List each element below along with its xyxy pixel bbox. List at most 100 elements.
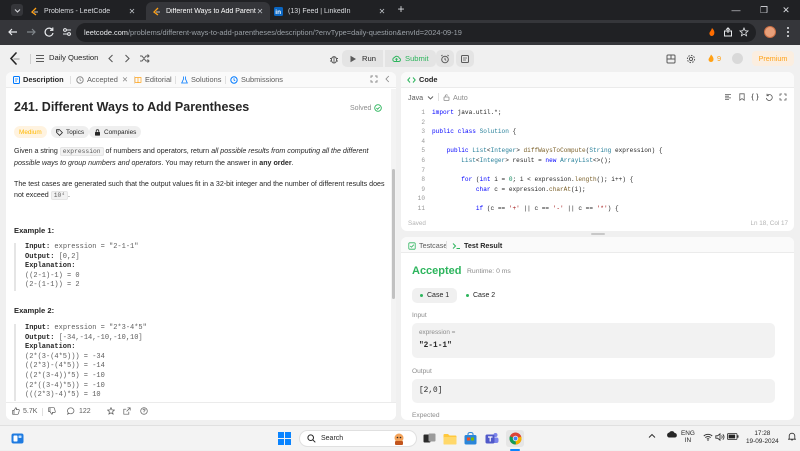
- like-button[interactable]: 5.7K: [12, 407, 37, 415]
- description-scrollbar[interactable]: [391, 89, 396, 402]
- tab-code[interactable]: Code: [407, 75, 437, 84]
- language-select[interactable]: Java: [408, 93, 434, 102]
- teams-button[interactable]: [483, 430, 500, 447]
- store-icon: [464, 432, 477, 445]
- profile-avatar[interactable]: [762, 24, 778, 40]
- tab-solutions[interactable]: Solutions: [180, 75, 221, 84]
- volume-button[interactable]: [715, 433, 725, 441]
- share-button[interactable]: [720, 24, 736, 40]
- close-tab-icon[interactable]: ✕: [122, 75, 128, 84]
- widgets-button[interactable]: [9, 430, 26, 447]
- topics-chip[interactable]: Topics: [51, 126, 90, 138]
- browser-tab-linkedin[interactable]: in (13) Feed | LinkedIn ✕: [268, 2, 392, 20]
- show-hidden-icons-button[interactable]: [648, 433, 656, 439]
- code-line[interactable]: 8 for (int i = 0; i < expression.length(…: [401, 175, 794, 184]
- notes-button[interactable]: [456, 50, 474, 67]
- code-line[interactable]: 2: [401, 118, 794, 127]
- user-avatar[interactable]: [731, 52, 744, 65]
- address-bar[interactable]: leetcode.com/problems/different-ways-to-…: [76, 23, 756, 42]
- tab-editorial[interactable]: Editorial: [134, 75, 172, 84]
- task-view-button[interactable]: [421, 430, 438, 447]
- site-info-button[interactable]: [60, 25, 74, 39]
- tab-accepted[interactable]: Accepted ✕: [76, 75, 128, 84]
- code-line[interactable]: 10: [401, 194, 794, 203]
- premium-button[interactable]: Premium: [752, 51, 794, 66]
- store-button[interactable]: [462, 430, 479, 447]
- companies-chip[interactable]: Companies: [89, 126, 142, 138]
- onedrive-button[interactable]: [666, 430, 678, 438]
- auto-mode-toggle[interactable]: Auto: [443, 93, 468, 102]
- tab-description[interactable]: Description: [12, 75, 64, 84]
- help-button[interactable]: [140, 407, 148, 415]
- chrome-taskbar-button[interactable]: [506, 430, 524, 447]
- reset-code-button[interactable]: [765, 93, 773, 101]
- code-line[interactable]: 1 import java.util.*;: [401, 108, 794, 117]
- timer-button[interactable]: [436, 50, 454, 67]
- braces-button[interactable]: [751, 93, 759, 101]
- browser-tab-problems[interactable]: Problems - LeetCode ✕: [24, 2, 142, 20]
- input-language-button[interactable]: ENG IN: [681, 430, 695, 444]
- daily-question-label[interactable]: Daily Question: [49, 53, 98, 62]
- settings-button[interactable]: [684, 52, 697, 65]
- close-window-button[interactable]: ✕: [772, 0, 800, 20]
- tab-submissions[interactable]: Submissions: [230, 75, 283, 84]
- layout-button[interactable]: [664, 52, 677, 65]
- streak-counter[interactable]: 9: [704, 52, 724, 65]
- notifications-button[interactable]: [788, 432, 796, 441]
- collapse-panel-button[interactable]: [384, 75, 391, 83]
- browser-menu-button[interactable]: [780, 24, 796, 40]
- tab-test-result[interactable]: Test Result: [452, 241, 502, 250]
- minimize-button[interactable]: —: [722, 0, 750, 20]
- code-line[interactable]: 9 char c = expression.charAt(i);: [401, 185, 794, 194]
- close-tab-icon[interactable]: ✕: [256, 7, 264, 16]
- battery-button[interactable]: [727, 433, 739, 440]
- prev-question-button[interactable]: [104, 52, 117, 65]
- file-explorer-button[interactable]: [441, 430, 458, 447]
- panel-resize-handle[interactable]: [591, 233, 605, 235]
- favorite-button[interactable]: [107, 407, 115, 415]
- solved-badge: Solved: [350, 104, 383, 112]
- reload-button[interactable]: [42, 25, 56, 39]
- new-tab-button[interactable]: +: [394, 3, 408, 17]
- tab-title: Problems - LeetCode: [44, 7, 111, 15]
- run-button[interactable]: Run: [342, 50, 383, 67]
- back-button[interactable]: [6, 25, 20, 39]
- code-line[interactable]: 11 if (c == '+' || c == '-' || c == '*')…: [401, 204, 794, 213]
- expand-panel-button[interactable]: [370, 75, 378, 83]
- debugger-button[interactable]: [327, 52, 340, 65]
- tab-label: Submissions: [241, 75, 283, 84]
- forward-button[interactable]: [24, 25, 38, 39]
- code-line[interactable]: 5 public List<Integer> diffWaysToCompute…: [401, 146, 794, 155]
- tab-testcase[interactable]: Testcase: [408, 241, 447, 250]
- comments-button[interactable]: 122: [67, 407, 91, 415]
- code-line[interactable]: 4: [401, 137, 794, 146]
- close-tab-icon[interactable]: ✕: [128, 7, 136, 16]
- problem-list-button[interactable]: [33, 52, 46, 65]
- case-1-button[interactable]: Case 1: [412, 288, 458, 303]
- code-line[interactable]: 7: [401, 166, 794, 175]
- problem-title[interactable]: 241. Different Ways to Add Parentheses: [14, 100, 249, 114]
- explanation-line: (((2*3)-4)*5) = 10: [25, 391, 101, 400]
- case-2-button[interactable]: Case 2: [458, 288, 503, 303]
- bookmark-button[interactable]: [738, 93, 746, 101]
- browser-tab-active[interactable]: Different Ways to Add Parenthe ✕: [146, 2, 270, 20]
- close-tab-icon[interactable]: ✕: [378, 7, 386, 16]
- random-question-button[interactable]: [138, 52, 151, 65]
- next-question-button[interactable]: [120, 52, 133, 65]
- share-button[interactable]: [123, 407, 131, 415]
- code-line[interactable]: 6 List<Integer> result = new ArrayList<>…: [401, 156, 794, 165]
- clock-button[interactable]: 17:28 19-09-2024: [746, 430, 779, 445]
- leetcode-logo[interactable]: [8, 52, 21, 65]
- fullscreen-button[interactable]: [779, 93, 787, 101]
- code-line[interactable]: 3 public class Solution {: [401, 127, 794, 136]
- bookmark-button[interactable]: [736, 24, 752, 40]
- difficulty-badge[interactable]: Medium: [14, 126, 47, 138]
- dislike-button[interactable]: [48, 407, 56, 415]
- network-button[interactable]: [703, 433, 713, 441]
- taskbar-search[interactable]: Search: [299, 430, 417, 447]
- extension-button[interactable]: [704, 24, 720, 40]
- start-button[interactable]: [276, 430, 293, 447]
- format-button[interactable]: [724, 93, 732, 101]
- submit-button[interactable]: Submit: [384, 50, 436, 67]
- scrollbar-thumb[interactable]: [392, 169, 395, 299]
